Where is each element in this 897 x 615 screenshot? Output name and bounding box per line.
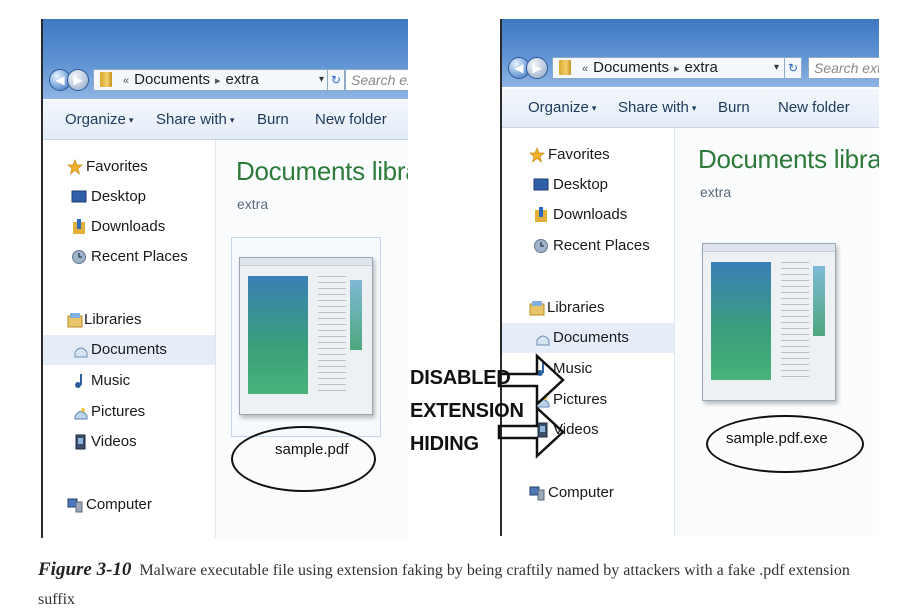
nav-favorites[interactable]: Favorites — [502, 140, 674, 170]
recent-places-icon — [72, 250, 86, 264]
downloads-icon — [73, 219, 85, 234]
libraries-icon — [67, 313, 83, 328]
address-bar: ◀ ▶ «Documents▸extra ▾ ↻ Search extra — [508, 57, 879, 79]
libraries-icon — [529, 301, 545, 316]
caption-text: Malware executable file using extension … — [38, 562, 850, 608]
library-subtitle: extra — [700, 184, 732, 200]
window-titlebar: ◀ ▶ «Documents▸extra ▾ ↻ Search extra — [43, 19, 408, 99]
desktop-icon — [533, 178, 549, 191]
nav-documents[interactable]: Documents — [43, 335, 215, 365]
videos-icon — [75, 434, 86, 450]
chevron-down-icon: ▾ — [591, 103, 597, 113]
search-input[interactable]: Search extra — [808, 57, 879, 79]
breadcrumb-documents[interactable]: Documents — [593, 59, 669, 76]
nav-favorites[interactable]: Favorites — [43, 152, 215, 182]
figure-label: Figure 3-10 — [38, 559, 132, 580]
address-bar: ◀ ▶ «Documents▸extra ▾ ↻ Search extra — [49, 69, 408, 91]
chevron-down-icon[interactable]: ▾ — [774, 57, 779, 79]
nav-desktop[interactable]: Desktop — [502, 170, 674, 200]
breadcrumb-extra[interactable]: extra — [685, 59, 718, 76]
downloads-icon — [535, 207, 547, 222]
nav-videos[interactable]: Videos — [43, 427, 215, 457]
star-icon — [67, 159, 83, 175]
callout-line-3: HIDING — [410, 433, 479, 455]
path-box[interactable]: «Documents ▸ extra — [93, 69, 335, 91]
organize-button[interactable]: Organize ▾ — [65, 101, 133, 139]
music-icon — [75, 374, 82, 388]
library-title: Documents library — [698, 144, 879, 174]
navigation-pane: Favorites Desktop Downloads Recent Place… — [43, 140, 216, 538]
chevron-down-icon: ▾ — [229, 115, 235, 125]
share-with-button[interactable]: Share with ▾ — [618, 89, 696, 127]
callout-line-2: EXTENSION — [410, 400, 524, 422]
computer-icon — [67, 498, 83, 513]
callout-text: DISABLED EXTENSION HIDING — [410, 362, 524, 461]
nav-downloads[interactable]: Downloads — [43, 212, 215, 242]
share-with-button[interactable]: Share with ▾ — [156, 101, 234, 139]
documents-icon — [536, 335, 550, 346]
new-folder-button[interactable]: New folder — [315, 101, 387, 139]
path-box[interactable]: «Documents ▸ extra — [552, 57, 790, 79]
nav-documents[interactable]: Documents — [502, 323, 674, 353]
command-bar: Organize ▾ Share with ▾ Burn New folder — [43, 101, 408, 140]
search-input[interactable]: Search extra — [345, 69, 408, 91]
refresh-icon[interactable]: ↻ — [327, 69, 345, 91]
nav-recent-places[interactable]: Recent Places — [502, 231, 674, 261]
nav-libraries[interactable]: Libraries — [43, 305, 215, 335]
burn-button[interactable]: Burn — [718, 89, 750, 127]
nav-pictures[interactable]: Pictures — [43, 397, 215, 427]
folder-icon — [559, 60, 571, 75]
recent-places-icon — [534, 239, 548, 253]
burn-button[interactable]: Burn — [257, 101, 289, 139]
pictures-icon — [74, 408, 88, 420]
exe-file-icon[interactable] — [702, 243, 836, 401]
explorer-window-left: ◀ ▶ «Documents▸extra ▾ ↻ Search extra Or… — [41, 19, 408, 538]
figure-caption: Figure 3-10 Malware executable file using… — [38, 555, 878, 614]
file-name-label[interactable]: sample.pdf.exe — [726, 430, 828, 447]
refresh-icon[interactable]: ↻ — [784, 57, 802, 79]
chevron-down-icon: ▾ — [128, 115, 134, 125]
organize-button[interactable]: Organize ▾ — [528, 89, 596, 127]
nav-music[interactable]: Music — [43, 366, 215, 396]
highlight-oval — [231, 426, 376, 492]
breadcrumb-documents[interactable]: Documents — [134, 71, 210, 88]
chevron-down-icon[interactable]: ▾ — [319, 69, 324, 91]
forward-arrow-icon[interactable]: ▶ — [526, 57, 548, 79]
nav-recent-places[interactable]: Recent Places — [43, 242, 215, 272]
chevron-down-icon: ▾ — [691, 103, 697, 113]
documents-icon — [74, 347, 88, 358]
file-name-label[interactable]: sample.pdf — [275, 441, 348, 458]
star-icon — [529, 147, 545, 163]
forward-arrow-icon[interactable]: ▶ — [67, 69, 89, 91]
nav-computer[interactable]: Computer — [43, 490, 215, 520]
nav-libraries[interactable]: Libraries — [502, 293, 674, 323]
computer-icon — [529, 486, 545, 501]
breadcrumb-extra[interactable]: extra — [226, 71, 259, 88]
nav-desktop[interactable]: Desktop — [43, 182, 215, 212]
library-title: Documents library — [236, 156, 408, 186]
pdf-file-icon[interactable] — [239, 257, 373, 415]
desktop-icon — [71, 190, 87, 203]
callout-line-1: DISABLED — [410, 367, 511, 389]
nav-computer[interactable]: Computer — [502, 478, 674, 508]
nav-downloads[interactable]: Downloads — [502, 200, 674, 230]
window-titlebar: ◀ ▶ «Documents▸extra ▾ ↻ Search extra — [502, 19, 879, 87]
navigation-pane: Favorites Desktop Downloads Recent Place… — [502, 128, 675, 536]
library-subtitle: extra — [237, 196, 269, 212]
command-bar: Organize ▾ Share with ▾ Burn New folder — [502, 89, 879, 128]
folder-icon — [100, 72, 112, 87]
new-folder-button[interactable]: New folder — [778, 89, 850, 127]
